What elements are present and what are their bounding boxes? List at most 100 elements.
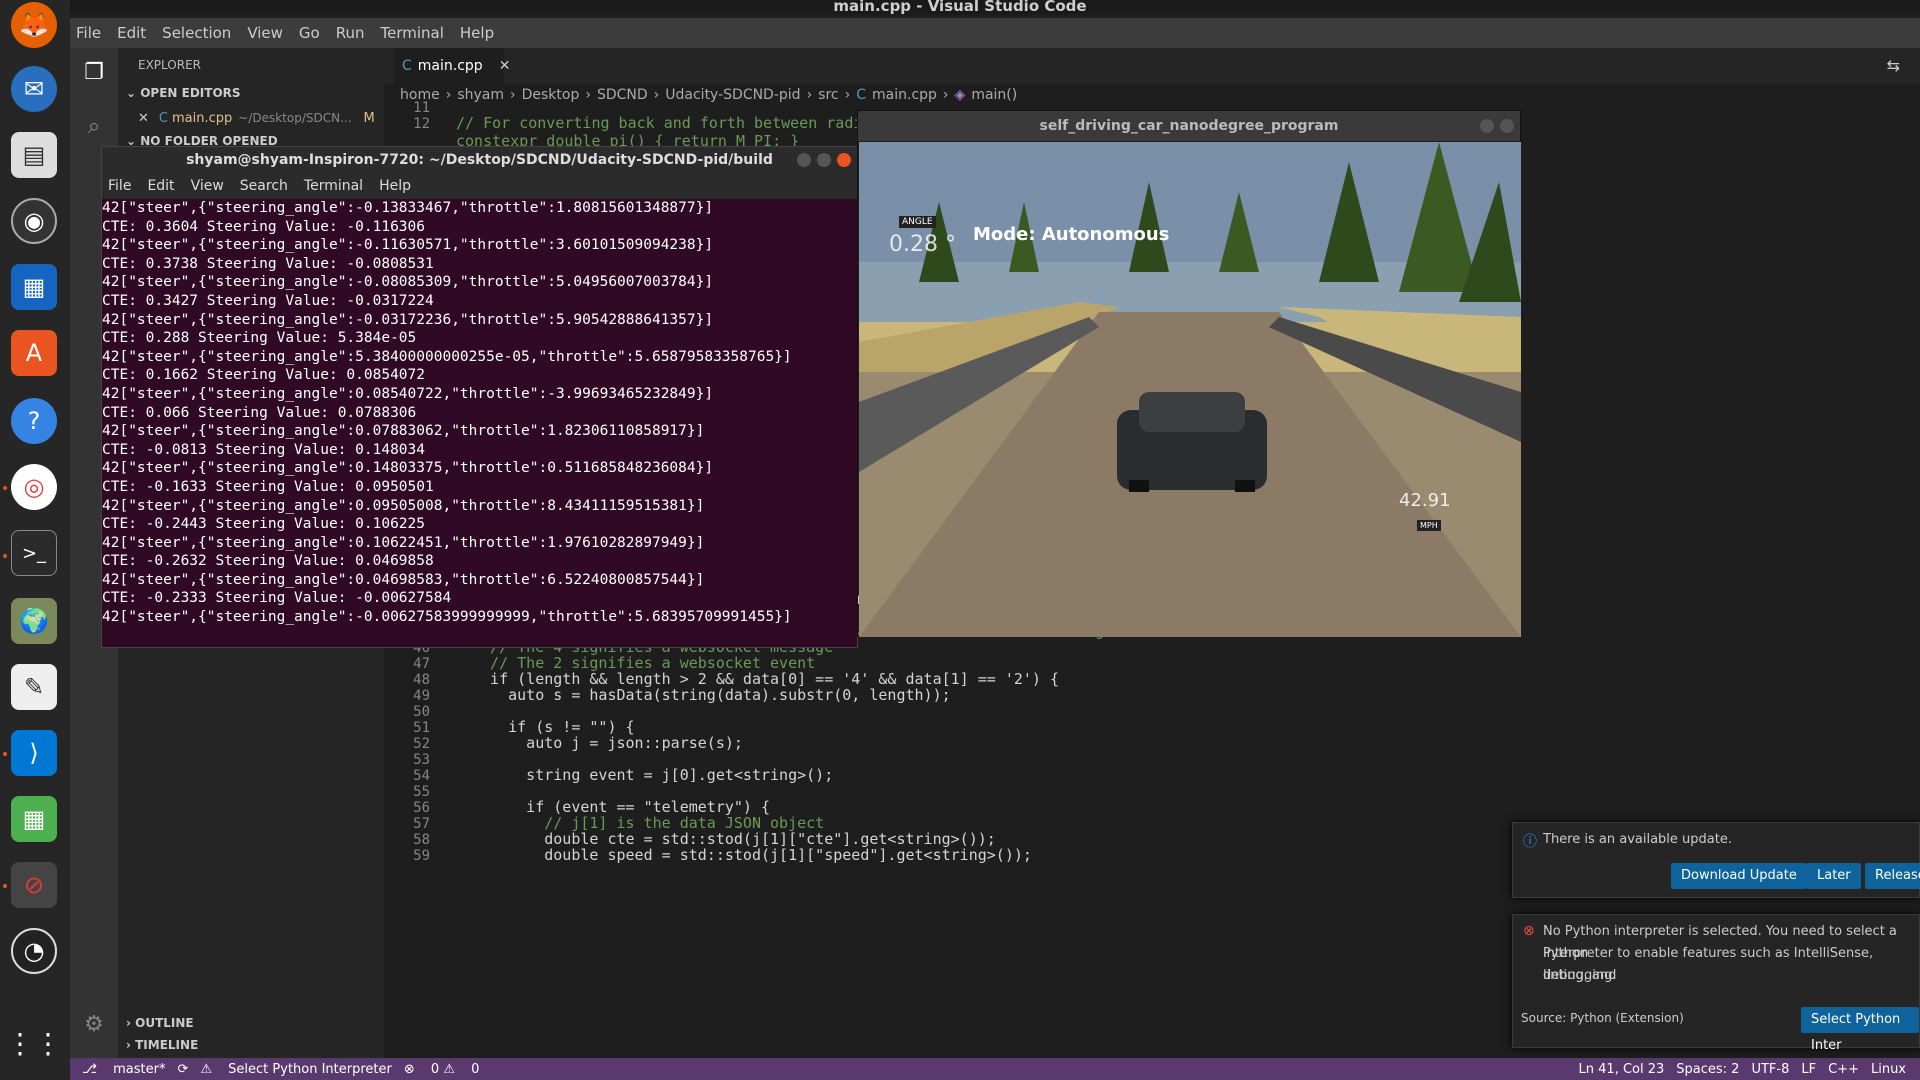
maximize-button[interactable] — [817, 153, 831, 167]
minimize-button[interactable] — [797, 153, 811, 167]
cpp-file-icon: C — [158, 110, 168, 126]
terminal-line: CTE: 0.3604 Steering Value: -0.116306 — [102, 218, 426, 235]
simulator-window[interactable]: self_driving_car_nanodegree_program ANGL… — [857, 110, 1521, 637]
terminal-window[interactable]: shyam@shyam-Inspiron-7720: ~/Desktop/SDC… — [101, 146, 858, 648]
error-icon: ⊗ — [1523, 923, 1535, 939]
thunderbird-icon[interactable]: ✉ — [11, 66, 57, 112]
files-icon[interactable]: ▤ — [11, 132, 57, 178]
line-number: 53 — [413, 752, 430, 768]
close-icon[interactable]: ✕ — [499, 58, 511, 74]
menu-help[interactable]: Help — [460, 24, 494, 42]
release-notes-button[interactable]: Release — [1865, 863, 1920, 889]
minimize-button[interactable] — [1480, 119, 1494, 133]
terminal-title: shyam@shyam-Inspiron-7720: ~/Desktop/SDC… — [102, 147, 857, 173]
menu-bar: File Edit Selection View Go Run Terminal… — [70, 18, 1920, 48]
branch-status[interactable]: ⎇ master* — [82, 1062, 165, 1077]
terminal-line: 42["steer",{"steering_angle":-0.03172236… — [102, 311, 714, 328]
writer-icon[interactable]: ▦ — [11, 264, 57, 310]
os-status[interactable]: Linux — [1871, 1062, 1906, 1077]
app-grid-icon[interactable]: ⋮⋮ — [6, 1020, 62, 1066]
code-line: auto s = hasData(string(data).substr(0, … — [472, 686, 951, 704]
terminal-line: 42["steer",{"steering_angle":5.384000000… — [102, 348, 792, 365]
terminal-line: CTE: -0.2443 Steering Value: 0.106225 — [102, 516, 426, 533]
gear-icon[interactable]: ⚙ — [80, 1010, 108, 1038]
terminal-line: CTE: -0.2632 Steering Value: 0.0469858 — [102, 553, 434, 570]
later-button[interactable]: Later — [1807, 863, 1861, 889]
angle-label: ANGLE — [899, 216, 936, 228]
obs-icon[interactable]: ◔ — [11, 928, 57, 974]
terminal-line: 42["steer",{"steering_angle":0.04698583,… — [102, 571, 705, 588]
driving-scene — [859, 142, 1521, 637]
simulator-viewport[interactable]: ANGLE 0.28 ° Mode: Autonomous 42.91 MPH — [859, 142, 1521, 637]
download-update-button[interactable]: Download Update — [1671, 863, 1807, 889]
menu-go[interactable]: Go — [299, 24, 320, 42]
rhythmbox-icon[interactable]: ◉ — [11, 198, 57, 244]
menu-edit[interactable]: Edit — [117, 24, 146, 42]
terminal-line: CTE: 0.3738 Steering Value: -0.0808531 — [102, 255, 434, 272]
menu-selection[interactable]: Selection — [162, 24, 231, 42]
eol-status[interactable]: LF — [1801, 1062, 1816, 1077]
outline-header[interactable]: › OUTLINE — [126, 1016, 194, 1030]
terminal-line: 42["steer",{"steering_angle":-0.11630571… — [102, 237, 714, 254]
mode-text: Mode: Autonomous — [973, 224, 1170, 245]
calculator-icon[interactable]: ▦ — [11, 796, 57, 842]
angle-value: 0.28 ° — [889, 232, 956, 257]
select-python-interpreter-button[interactable]: Select Python Inter — [1801, 1007, 1919, 1053]
search-icon[interactable]: ⌕ — [80, 112, 108, 140]
timeline-header[interactable]: › TIMELINE — [126, 1038, 198, 1052]
ubuntu-dock: 🦊 ✉ ▤ ◉ ▦ A ? ◎ >_ 🌍 ✎ ⟩ ▦ ⊘ ◔ ⋮⋮ — [0, 0, 70, 1080]
open-editor-item[interactable]: ✕ C main.cpp ~/Desktop/SDCN... M — [138, 108, 384, 128]
menu-run[interactable]: Run — [336, 24, 365, 42]
sync-icon[interactable]: ⟳ — [177, 1062, 188, 1077]
python-status[interactable]: ⚠ Select Python Interpreter — [200, 1062, 392, 1077]
code-line: string event = j[0].get<string>(); — [472, 766, 834, 784]
terminal-line: CTE: -0.1633 Steering Value: 0.0950501 — [102, 478, 434, 495]
info-icon: ⓘ — [1523, 834, 1537, 850]
terminal-output: 42["steer",{"steering_angle":-0.13833467… — [102, 199, 857, 627]
line-number: 49 — [413, 688, 430, 704]
menu-terminal[interactable]: Terminal — [381, 24, 444, 42]
encoding-status[interactable]: UTF-8 — [1751, 1062, 1789, 1077]
text-editor-icon[interactable]: ✎ — [11, 664, 57, 710]
terminal-menu: File Edit View Search Terminal Help — [102, 173, 857, 199]
close-button[interactable] — [837, 153, 851, 167]
cursor-position[interactable]: Ln 41, Col 23 — [1579, 1062, 1665, 1077]
language-status[interactable]: C++ — [1828, 1062, 1859, 1077]
terminal-line: CTE: 0.066 Steering Value: 0.0788306 — [102, 404, 417, 421]
tab-main-cpp[interactable]: C main.cpp ✕ — [394, 48, 510, 84]
menu-file[interactable]: File — [76, 24, 101, 42]
terminal-icon[interactable]: >_ — [11, 530, 57, 576]
help-icon[interactable]: ? — [11, 398, 57, 444]
cpp-file-icon: C — [856, 87, 867, 103]
close-button[interactable] — [1500, 119, 1514, 133]
terminal-line: 42["steer",{"steering_angle":-0.13833467… — [102, 200, 714, 216]
speed-unit: MPH — [1417, 520, 1441, 531]
explorer-icon[interactable]: ❐ — [80, 58, 108, 86]
terminal-line: 42["steer",{"steering_angle":0.08540722,… — [102, 385, 714, 402]
folder-icon[interactable]: 🌍 — [11, 598, 57, 644]
software-icon[interactable]: A — [11, 330, 57, 376]
open-editors-header[interactable]: ⌄ OPEN EDITORS — [126, 86, 241, 100]
code-line: double speed = std::stod(j[1]["speed"].g… — [472, 846, 1032, 864]
chrome-icon[interactable]: ◎ — [11, 464, 57, 510]
indent-status[interactable]: Spaces: 2 — [1676, 1062, 1739, 1077]
terminal-line: 42["steer",{"steering_angle":0.14803375,… — [102, 460, 714, 477]
status-bar: ⎇ master* ⟳ ⚠ Select Python Interpreter … — [70, 1058, 1920, 1080]
terminal-line: CTE: -0.0813 Steering Value: 0.148034 — [102, 441, 426, 458]
close-icon[interactable]: ✕ — [138, 111, 149, 126]
firefox-icon[interactable]: 🦊 — [11, 2, 57, 48]
line-number: 48 — [413, 672, 430, 688]
system-topbar: main.cpp - Visual Studio Code — [0, 0, 1920, 15]
terminal-line: 42["steer",{"steering_angle":0.10622451,… — [102, 534, 705, 551]
vscode-icon[interactable]: ⟩ — [11, 730, 57, 776]
simulator-icon[interactable]: ⊘ — [11, 862, 57, 908]
split-editor-icon[interactable]: ⇆ — [1887, 56, 1900, 75]
cpp-file-icon: C — [402, 58, 412, 74]
terminal-line: 42["steer",{"steering_angle":0.07883062,… — [102, 423, 705, 440]
problems-status[interactable]: ⊗ 0 ⚠ 0 — [404, 1062, 480, 1077]
python-notification: ⊗ No Python interpreter is selected. You… — [1512, 914, 1920, 1053]
code-line: auto j = json::parse(s); — [472, 734, 743, 752]
line-number: 47 — [413, 656, 430, 672]
menu-view[interactable]: View — [247, 24, 283, 42]
line-number: 56 — [413, 800, 430, 816]
